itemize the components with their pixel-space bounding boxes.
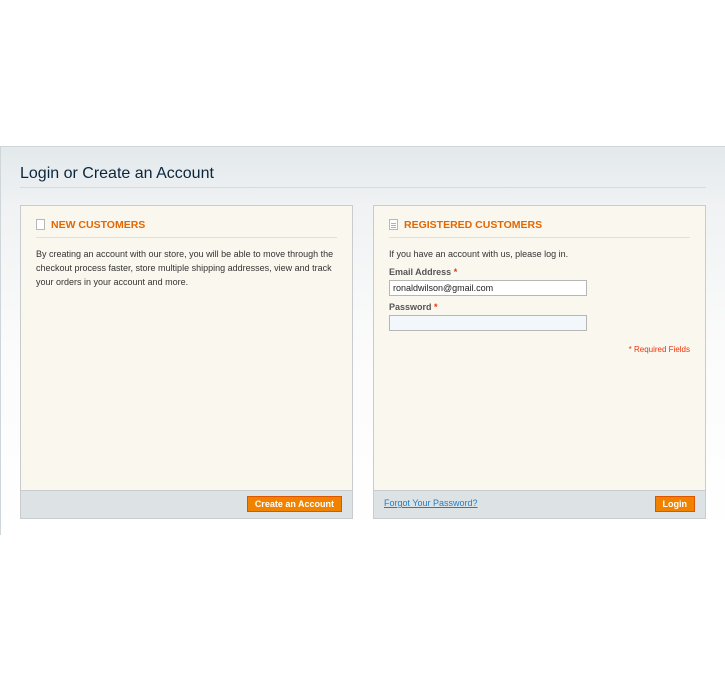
page-title-text: Login or Create an Account [20, 165, 214, 182]
registered-customers-box: REGISTERED CUSTOMERS If you have an acco… [373, 205, 706, 519]
new-customers-body: By creating an account with our store, y… [36, 247, 337, 289]
login-button[interactable]: Login [654, 496, 695, 512]
required-marker: * [453, 267, 458, 277]
email-label-text: Email Address [389, 267, 452, 277]
new-customers-box: NEW CUSTOMERS By creating an account wit… [20, 205, 353, 519]
required-marker: * [434, 302, 438, 312]
new-customers-header: NEW CUSTOMERS [36, 218, 337, 238]
new-customers-footer: Create an Account [21, 490, 352, 518]
main-container: Login or Create an Account NEW CUSTOMERS… [0, 146, 725, 535]
new-customers-description: By creating an account with our store, y… [36, 249, 334, 287]
password-field[interactable] [389, 315, 587, 331]
password-label-text: Password [389, 302, 432, 312]
registered-customers-heading: REGISTERED CUSTOMERS [389, 218, 690, 232]
email-field[interactable] [389, 280, 587, 296]
login-form: If you have an account with us, please l… [389, 247, 690, 354]
forgot-password-link[interactable]: Forgot Your Password? [384, 498, 478, 508]
password-label: Password * [389, 300, 690, 314]
new-customers-heading: NEW CUSTOMERS [36, 218, 337, 232]
registered-customers-heading-text: REGISTERED CUSTOMERS [404, 219, 543, 231]
page-title: Login or Create an Account [20, 165, 706, 188]
create-account-button[interactable]: Create an Account [246, 496, 342, 512]
new-customers-heading-text: NEW CUSTOMERS [51, 219, 146, 231]
page-icon [36, 219, 45, 230]
registered-customers-header: REGISTERED CUSTOMERS [389, 218, 690, 238]
document-icon [389, 219, 398, 230]
required-fields-note: * Required Fields [628, 345, 690, 354]
email-label: Email Address * [389, 265, 690, 279]
login-intro: If you have an account with us, please l… [389, 249, 569, 259]
registered-customers-footer: Forgot Your Password? Login [374, 490, 705, 518]
